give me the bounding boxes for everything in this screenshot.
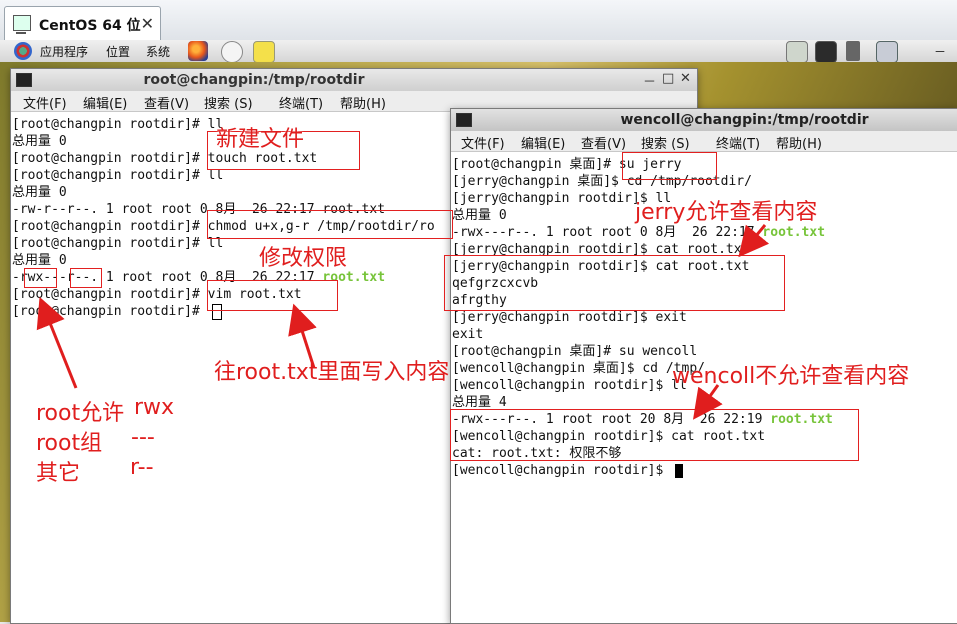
arrow-to-perm: [36, 296, 78, 389]
arrow-to-jerry-cat: [738, 224, 770, 258]
annotation-arrows: [36, 224, 770, 420]
arrow-to-vim: [288, 303, 317, 369]
arrow-to-wencoll-cat: [692, 384, 723, 420]
